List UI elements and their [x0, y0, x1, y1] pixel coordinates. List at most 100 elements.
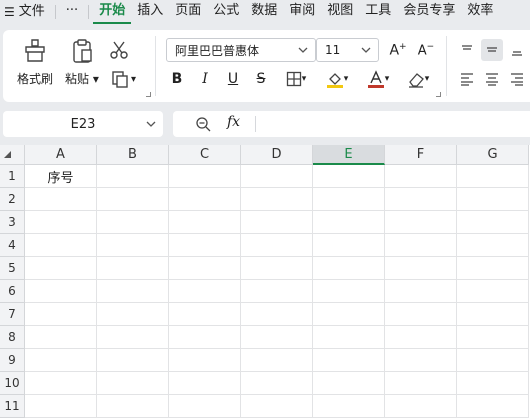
row-header-5[interactable]: 5 [0, 257, 25, 280]
align-center-button[interactable] [481, 68, 503, 90]
cell-c2[interactable] [169, 188, 241, 211]
cell-b5[interactable] [97, 257, 169, 280]
underline-button[interactable]: U [222, 68, 244, 90]
row-header-9[interactable]: 9 [0, 349, 25, 372]
cell-a6[interactable] [25, 280, 97, 303]
file-menu[interactable]: ☰ 文件 [0, 0, 51, 24]
cell-g10[interactable] [457, 372, 529, 395]
row-header-1[interactable]: 1 [0, 165, 25, 188]
increase-font-button[interactable]: A+ [387, 39, 409, 61]
row-header-4[interactable]: 4 [0, 234, 25, 257]
cell-d11[interactable] [241, 395, 313, 418]
copy-button[interactable]: ▾ [111, 70, 136, 88]
row-header-6[interactable]: 6 [0, 280, 25, 303]
cell-g5[interactable] [457, 257, 529, 280]
font-size-select[interactable]: 11 [316, 38, 379, 62]
cell-f6[interactable] [385, 280, 457, 303]
tab-efficiency[interactable]: 效率 [461, 0, 499, 24]
column-header-e[interactable]: E [313, 145, 385, 165]
cell-a7[interactable] [25, 303, 97, 326]
cell-f8[interactable] [385, 326, 457, 349]
cell-a11[interactable] [25, 395, 97, 418]
row-header-7[interactable]: 7 [0, 303, 25, 326]
cell-c1[interactable] [169, 165, 241, 188]
cell-g3[interactable] [457, 211, 529, 234]
cell-c7[interactable] [169, 303, 241, 326]
tab-member[interactable]: 会员专享 [397, 0, 461, 24]
cut-button[interactable] [109, 40, 129, 60]
tab-page[interactable]: 页面 [169, 0, 207, 24]
cell-f10[interactable] [385, 372, 457, 395]
cell-e8[interactable] [313, 326, 385, 349]
cell-f1[interactable] [385, 165, 457, 188]
cell-d7[interactable] [241, 303, 313, 326]
cell-d2[interactable] [241, 188, 313, 211]
cell-g11[interactable] [457, 395, 529, 418]
cell-g1[interactable] [457, 165, 529, 188]
cell-d10[interactable] [241, 372, 313, 395]
cell-d1[interactable] [241, 165, 313, 188]
cell-b10[interactable] [97, 372, 169, 395]
column-header-f[interactable]: F [385, 145, 457, 165]
fx-icon[interactable]: fx [227, 114, 240, 130]
row-header-2[interactable]: 2 [0, 188, 25, 211]
cell-b3[interactable] [97, 211, 169, 234]
cell-a8[interactable] [25, 326, 97, 349]
cell-d5[interactable] [241, 257, 313, 280]
cell-c10[interactable] [169, 372, 241, 395]
cell-a5[interactable] [25, 257, 97, 280]
tab-view[interactable]: 视图 [321, 0, 359, 24]
align-top-button[interactable] [456, 39, 478, 61]
cell-c6[interactable] [169, 280, 241, 303]
cell-a10[interactable] [25, 372, 97, 395]
decrease-font-button[interactable]: A− [415, 39, 437, 61]
cell-c3[interactable] [169, 211, 241, 234]
cell-g4[interactable] [457, 234, 529, 257]
cell-b11[interactable] [97, 395, 169, 418]
strikethrough-button[interactable]: S [250, 68, 272, 90]
align-middle-button[interactable] [481, 39, 503, 61]
row-header-8[interactable]: 8 [0, 326, 25, 349]
name-box[interactable]: E23 [3, 111, 163, 137]
tab-formula[interactable]: 公式 [207, 0, 245, 24]
column-header-a[interactable]: A [25, 145, 97, 165]
row-header-3[interactable]: 3 [0, 211, 25, 234]
font-color-button[interactable]: ▾ [363, 68, 393, 90]
cell-a1[interactable]: 序号 [25, 165, 97, 188]
cell-e3[interactable] [313, 211, 385, 234]
bold-button[interactable]: B [166, 68, 188, 90]
cell-f2[interactable] [385, 188, 457, 211]
cell-b6[interactable] [97, 280, 169, 303]
cell-c4[interactable] [169, 234, 241, 257]
tab-insert[interactable]: 插入 [131, 0, 169, 24]
cell-f4[interactable] [385, 234, 457, 257]
row-header-11[interactable]: 11 [0, 395, 25, 418]
cell-g2[interactable] [457, 188, 529, 211]
cell-b2[interactable] [97, 188, 169, 211]
cell-b7[interactable] [97, 303, 169, 326]
cell-f11[interactable] [385, 395, 457, 418]
cell-d8[interactable] [241, 326, 313, 349]
italic-button[interactable]: I [194, 68, 216, 90]
format-painter-button[interactable]: 格式刷 [17, 38, 53, 87]
tab-review[interactable]: 审阅 [283, 0, 321, 24]
borders-button[interactable]: ▾ [281, 68, 311, 90]
select-all-corner[interactable] [0, 145, 25, 165]
cell-b9[interactable] [97, 349, 169, 372]
cell-a9[interactable] [25, 349, 97, 372]
font-launcher[interactable] [436, 92, 441, 97]
more-menu[interactable]: ··· [60, 0, 84, 24]
column-header-g[interactable]: G [457, 145, 529, 165]
align-bottom-button[interactable] [506, 39, 528, 61]
row-header-10[interactable]: 10 [0, 372, 25, 395]
clipboard-launcher[interactable] [146, 92, 151, 97]
column-header-c[interactable]: C [169, 145, 241, 165]
cell-d6[interactable] [241, 280, 313, 303]
zoom-out-icon[interactable] [195, 116, 211, 132]
cell-b8[interactable] [97, 326, 169, 349]
cell-a3[interactable] [25, 211, 97, 234]
cell-f7[interactable] [385, 303, 457, 326]
cell-a2[interactable] [25, 188, 97, 211]
cell-f9[interactable] [385, 349, 457, 372]
paste-button[interactable]: 粘贴 ▾ [65, 38, 99, 87]
